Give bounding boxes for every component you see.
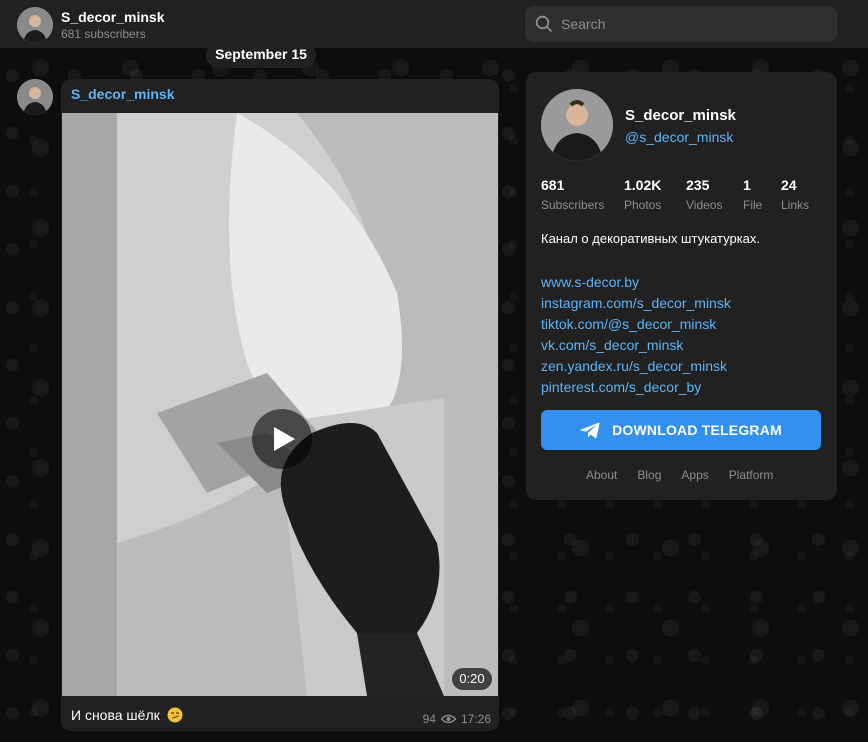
stat-value: 235 bbox=[686, 177, 710, 193]
video-blur-right bbox=[444, 113, 498, 696]
video-blur-left bbox=[62, 113, 117, 696]
footer-links: About Blog Apps Platform bbox=[586, 468, 773, 482]
footer-link-about[interactable]: About bbox=[586, 468, 617, 482]
stat-links[interactable]: 24 Links bbox=[781, 177, 809, 212]
channel-description: Канал о декоративных штукатурках. bbox=[541, 231, 761, 246]
link-website[interactable]: www.s-decor.by bbox=[541, 272, 731, 293]
download-label: DOWNLOAD TELEGRAM bbox=[612, 422, 782, 438]
stat-label: Photos bbox=[624, 198, 662, 212]
post-author-name[interactable]: S_decor_minsk bbox=[71, 86, 175, 102]
link-instagram[interactable]: instagram.com/s_decor_minsk bbox=[541, 293, 731, 314]
post-caption: И снова шёлк bbox=[71, 707, 183, 723]
play-icon bbox=[274, 427, 295, 451]
channel-profile-avatar bbox=[541, 89, 613, 161]
search-icon bbox=[535, 15, 553, 38]
download-telegram-button[interactable]: DOWNLOAD TELEGRAM bbox=[541, 410, 821, 450]
play-button[interactable] bbox=[252, 409, 312, 469]
post-meta: 94 17:26 bbox=[423, 712, 491, 726]
footer-link-blog[interactable]: Blog bbox=[637, 468, 661, 482]
channel-info-card: S_decor_minsk @s_decor_minsk 681 Subscri… bbox=[526, 72, 837, 500]
stat-value: 681 bbox=[541, 177, 565, 193]
footer-link-apps[interactable]: Apps bbox=[681, 468, 708, 482]
link-pinterest[interactable]: pinterest.com/s_decor_by bbox=[541, 377, 731, 398]
stat-label: File bbox=[743, 198, 763, 212]
stat-label: Videos bbox=[686, 198, 723, 212]
channel-avatar[interactable] bbox=[17, 7, 53, 43]
stat-subscribers: 681 Subscribers bbox=[541, 177, 604, 212]
view-count: 94 bbox=[422, 712, 436, 726]
search-box[interactable] bbox=[525, 6, 837, 42]
date-separator: September 15 bbox=[206, 42, 316, 68]
card-channel-handle[interactable]: @s_decor_minsk bbox=[625, 129, 733, 145]
stat-videos[interactable]: 235 Videos bbox=[686, 177, 722, 212]
post-author-avatar[interactable] bbox=[17, 79, 53, 115]
video-frame bbox=[117, 113, 444, 696]
footer-link-platform[interactable]: Platform bbox=[729, 468, 774, 482]
stat-value: 1.02K bbox=[624, 177, 662, 193]
stat-value: 1 bbox=[743, 177, 751, 193]
card-channel-title: S_decor_minsk bbox=[625, 107, 736, 124]
video-duration: 0:20 bbox=[452, 668, 492, 690]
stat-photos[interactable]: 1.02K Photos bbox=[624, 177, 661, 212]
smirk-emoji-icon bbox=[167, 707, 183, 723]
video-thumbnail[interactable]: 0:20 bbox=[62, 113, 498, 696]
caption-text: И снова шёлк bbox=[71, 707, 160, 723]
stat-label: Subscribers bbox=[541, 198, 605, 212]
search-input[interactable] bbox=[561, 6, 831, 42]
subscriber-count: 681 subscribers bbox=[61, 27, 146, 41]
link-vk[interactable]: vk.com/s_decor_minsk bbox=[541, 335, 731, 356]
stat-label: Links bbox=[781, 198, 810, 212]
telegram-icon bbox=[580, 422, 600, 438]
stat-value: 24 bbox=[781, 177, 797, 193]
message-bubble: S_decor_minsk 0:20 И снова шёлк 94 17:26 bbox=[61, 79, 499, 731]
stat-files[interactable]: 1 File bbox=[743, 177, 762, 212]
channel-links: www.s-decor.by instagram.com/s_decor_min… bbox=[541, 272, 731, 398]
link-zen[interactable]: zen.yandex.ru/s_decor_minsk bbox=[541, 356, 731, 377]
post-time: 17:26 bbox=[460, 712, 491, 726]
link-tiktok[interactable]: tiktok.com/@s_decor_minsk bbox=[541, 314, 731, 335]
channel-title[interactable]: S_decor_minsk bbox=[61, 9, 165, 25]
eye-icon bbox=[440, 714, 456, 724]
top-bar: S_decor_minsk 681 subscribers bbox=[0, 0, 868, 48]
